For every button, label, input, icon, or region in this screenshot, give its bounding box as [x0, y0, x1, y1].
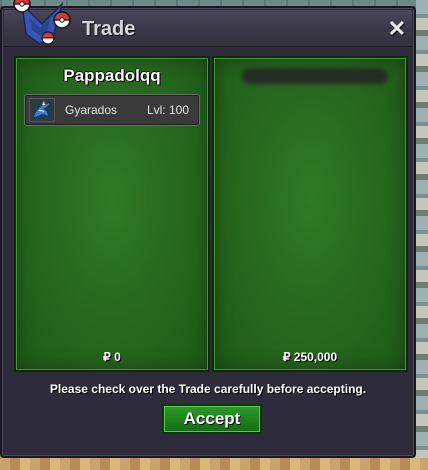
close-icon[interactable]: ✕	[386, 18, 408, 40]
my-offer-panel: Pappadolqq Gyarados Lvl: 100 ₽ 0	[14, 56, 210, 372]
trade-notice: Please check over the Trade carefully be…	[49, 382, 367, 396]
game-world-floor	[0, 458, 428, 470]
my-money-offer: ₽ 0	[103, 350, 121, 364]
accept-button[interactable]: Accept	[162, 404, 262, 434]
offered-pokemon-item[interactable]: Gyarados Lvl: 100	[24, 94, 200, 126]
partner-name-redacted	[242, 68, 388, 84]
partner-offer-panel: ₽ 250,000	[212, 56, 408, 372]
gyarados-sprite-icon	[29, 98, 55, 122]
partner-money-offer: ₽ 250,000	[282, 350, 338, 364]
trade-window: Trade ✕ Pappadolqq Gyarados Lvl: 100 ₽ 0…	[0, 6, 416, 458]
player-name: Pappadolqq	[63, 66, 161, 85]
window-title: Trade	[82, 18, 136, 40]
game-world-edge	[416, 0, 428, 470]
pokemon-level: Lvl: 100	[146, 103, 189, 117]
pokeball-logo-icon	[8, 0, 72, 50]
pokemon-name: Gyarados	[65, 103, 118, 117]
